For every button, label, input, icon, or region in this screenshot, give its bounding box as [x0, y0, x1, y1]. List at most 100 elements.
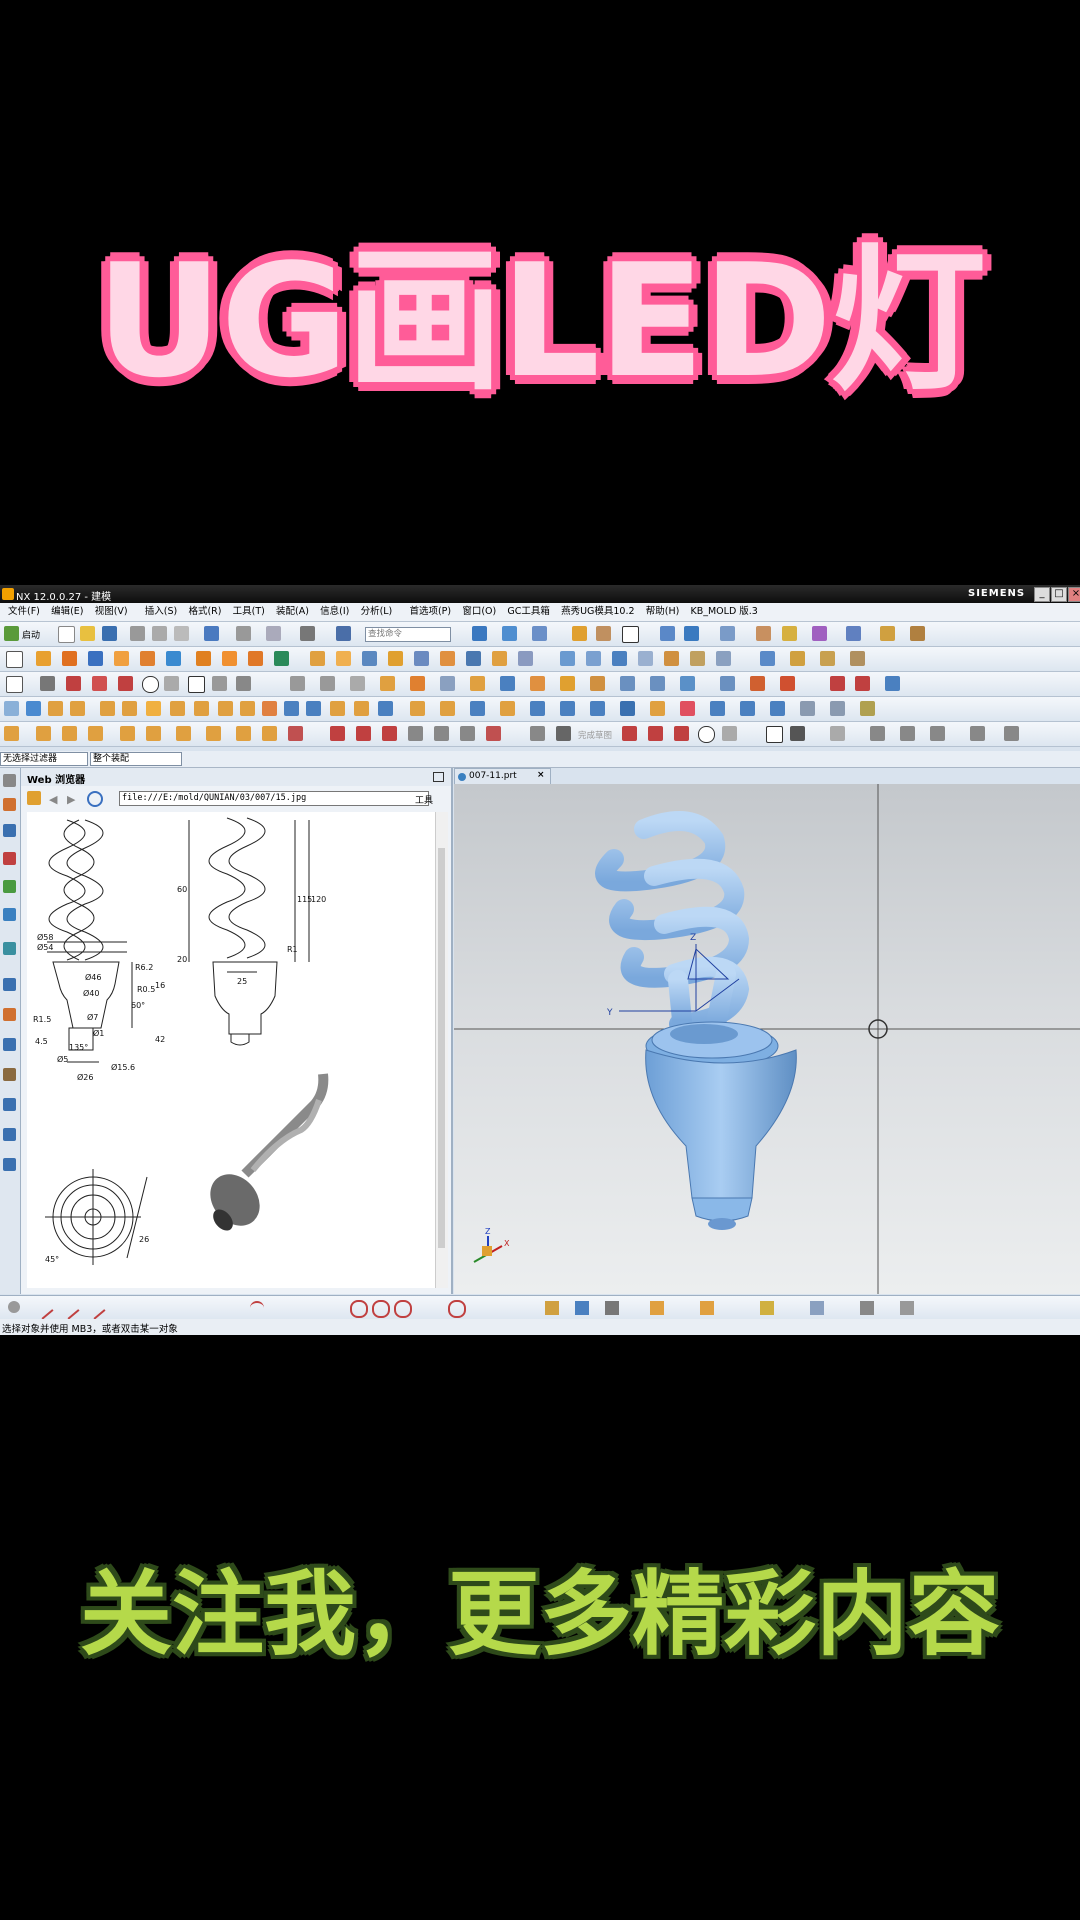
- kb-start-icon[interactable]: [4, 726, 19, 741]
- point-dialog-icon[interactable]: [8, 1301, 20, 1313]
- pocket-icon[interactable]: [248, 651, 263, 666]
- fillet-curve-icon[interactable]: [164, 676, 179, 691]
- divide-curve-icon[interactable]: [590, 676, 605, 691]
- kb-spring-icon[interactable]: [288, 726, 303, 741]
- start-icon[interactable]: [4, 626, 19, 641]
- sketch-dim-icon[interactable]: [970, 726, 985, 741]
- shrinkage-icon[interactable]: [70, 701, 85, 716]
- menu-kb-mold[interactable]: KB_MOLD 版.3: [690, 603, 757, 621]
- measure-tool-icon[interactable]: [575, 1301, 589, 1315]
- sketch-line-icon[interactable]: [648, 726, 663, 741]
- assembly-scope-select[interactable]: 整个装配: [90, 752, 182, 766]
- intersect-icon[interactable]: [362, 651, 377, 666]
- background-icon[interactable]: [622, 626, 639, 643]
- delete-face-icon[interactable]: [820, 651, 835, 666]
- ruler-icon[interactable]: [880, 626, 895, 641]
- menu-yanxiu-mold[interactable]: 燕秀UG模具10.2: [561, 603, 634, 621]
- intersection-curve-icon[interactable]: [410, 676, 425, 691]
- fit-view-icon[interactable]: [472, 626, 487, 641]
- snap-tool-icon[interactable]: [605, 1301, 619, 1315]
- layer-settings-icon[interactable]: [660, 626, 675, 641]
- sketch-corner-icon[interactable]: [930, 726, 945, 741]
- section-curve-icon[interactable]: [680, 676, 695, 691]
- selection-toggle-icon[interactable]: [300, 626, 315, 641]
- cut-icon[interactable]: [130, 626, 145, 641]
- new-sketch-icon[interactable]: [6, 676, 23, 693]
- chamfer-icon[interactable]: [414, 651, 429, 666]
- circle-icon[interactable]: [142, 676, 159, 693]
- circle-tool-icon[interactable]: [372, 1300, 390, 1318]
- browser-scrollbar[interactable]: [435, 812, 448, 1288]
- cooling-icon[interactable]: [378, 701, 393, 716]
- sketch-icon[interactable]: [6, 651, 23, 668]
- boss-icon[interactable]: [222, 651, 237, 666]
- close-tab-icon[interactable]: ×: [537, 770, 545, 780]
- mold-analysis-icon[interactable]: [830, 701, 845, 716]
- new-file-icon[interactable]: [58, 626, 75, 643]
- tab-part-file[interactable]: 007-11.prt ×: [454, 768, 551, 785]
- wrap-curve-icon[interactable]: [620, 676, 635, 691]
- show-hide-icon[interactable]: [720, 626, 735, 641]
- project-curve-icon[interactable]: [380, 676, 395, 691]
- circle-tool-icon[interactable]: [394, 1300, 412, 1318]
- scroll-thumb[interactable]: [438, 848, 445, 1248]
- kb-line-icon[interactable]: [330, 726, 345, 741]
- cone-icon[interactable]: [140, 651, 155, 666]
- spline-icon[interactable]: [560, 676, 575, 691]
- kb-scissors-icon[interactable]: [486, 726, 501, 741]
- sweep-icon[interactable]: [560, 651, 575, 666]
- render-style-icon[interactable]: [532, 626, 547, 641]
- menu-edit[interactable]: 编辑(E): [51, 603, 83, 621]
- mold-check-icon[interactable]: [800, 701, 815, 716]
- gate-icon[interactable]: [330, 701, 345, 716]
- kb-arc-icon[interactable]: [356, 726, 371, 741]
- sketch-arc-icon[interactable]: [674, 726, 689, 741]
- mold-grid-icon[interactable]: [4, 701, 19, 716]
- family-mold-icon[interactable]: [146, 701, 161, 716]
- extend-curve-icon[interactable]: [320, 676, 335, 691]
- ejector-pin-icon[interactable]: [262, 701, 277, 716]
- part-navigator-icon[interactable]: [3, 852, 16, 865]
- cast-process-icon[interactable]: [620, 701, 635, 716]
- move-face-icon[interactable]: [760, 651, 775, 666]
- kb-offset-icon[interactable]: [434, 726, 449, 741]
- extrude-icon[interactable]: [36, 651, 51, 666]
- delete-files-icon[interactable]: [590, 701, 605, 716]
- slider-icon[interactable]: [284, 701, 299, 716]
- finish-sketch-icon[interactable]: [530, 726, 545, 741]
- fillet-tool-icon[interactable]: [760, 1301, 774, 1315]
- hole-icon[interactable]: [196, 651, 211, 666]
- kb-nav-icon[interactable]: [3, 1128, 16, 1141]
- tape-measure-icon[interactable]: [910, 626, 925, 641]
- point-icon[interactable]: [212, 676, 227, 691]
- assembly-navigator-icon[interactable]: [3, 798, 16, 811]
- trim-curve-icon[interactable]: [290, 676, 305, 691]
- patch-tools-icon[interactable]: [170, 701, 185, 716]
- constraint-navigator-icon[interactable]: [3, 824, 16, 837]
- slot-icon[interactable]: [650, 701, 665, 716]
- workpiece-icon[interactable]: [100, 701, 115, 716]
- face-color-icon[interactable]: [710, 701, 725, 716]
- analysis-tool-icon[interactable]: [545, 1301, 559, 1315]
- sketch-extend-icon[interactable]: [900, 726, 915, 741]
- graphics-window[interactable]: Y Z Z X: [454, 784, 1080, 1294]
- mold-wizard-nav-icon[interactable]: [3, 1098, 16, 1111]
- polygon-icon[interactable]: [236, 676, 251, 691]
- unite-icon[interactable]: [310, 651, 325, 666]
- color-icon[interactable]: [680, 701, 695, 716]
- kb-pin-icon[interactable]: [88, 726, 103, 741]
- circle-tool-icon[interactable]: [350, 1300, 368, 1318]
- bom-icon[interactable]: [500, 701, 515, 716]
- extract-curve-icon[interactable]: [720, 676, 735, 691]
- layout-icon[interactable]: [122, 701, 137, 716]
- last-step-icon[interactable]: [855, 676, 870, 691]
- first-step-icon[interactable]: [780, 676, 795, 691]
- analysis-icon[interactable]: [812, 626, 827, 641]
- kb-slider-icon[interactable]: [120, 726, 135, 741]
- offset-curve-icon[interactable]: [350, 676, 365, 691]
- menu-format[interactable]: 格式(R): [188, 603, 221, 621]
- tools-gear-icon[interactable]: [860, 1301, 874, 1315]
- cylinder-icon[interactable]: [114, 651, 129, 666]
- edit-section-icon[interactable]: [596, 626, 611, 641]
- open-folder-icon[interactable]: [80, 626, 95, 641]
